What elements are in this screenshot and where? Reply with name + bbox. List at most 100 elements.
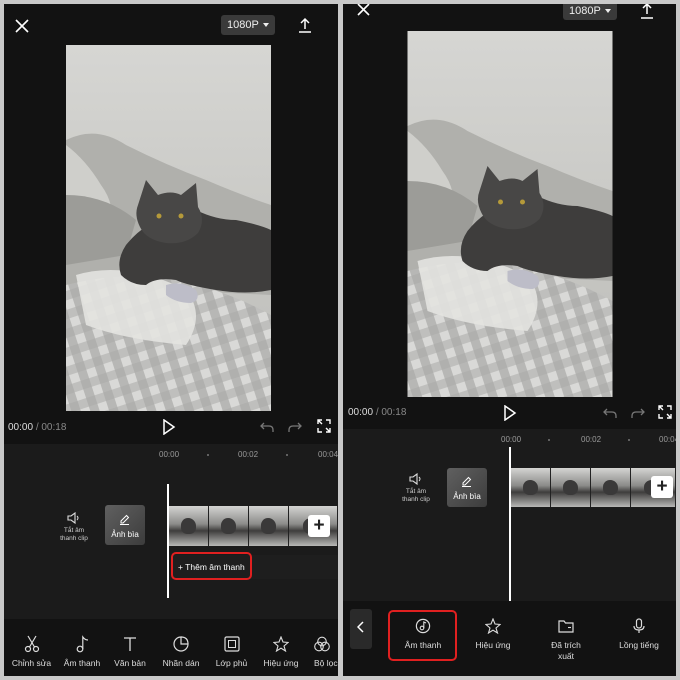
tool-effects[interactable]: Hiệu ứng [256,634,306,669]
chevron-down-icon [604,8,611,13]
resolution-dropdown[interactable]: 1080P [221,15,275,35]
tick-label: 00:04 [659,435,676,444]
play-icon[interactable] [162,418,176,440]
playback-time: 00:00 / 00:18 [348,407,406,418]
clip-frame [511,468,551,507]
time-separator: / [375,407,379,418]
add-clip-button[interactable]: + [651,476,673,498]
total-time: 00:18 [381,407,407,418]
tool-label: Đã trích xuất [551,640,581,662]
cover-label: Ảnh bìa [453,492,481,501]
cover-thumbnail[interactable]: Ảnh bìa [105,505,145,545]
tick-dot [286,454,288,456]
resolution-dropdown[interactable]: 1080P [563,4,617,20]
close-icon[interactable] [353,4,373,18]
tool-audio[interactable]: Âm thanh [59,634,105,669]
playback-time: 00:00 / 00:18 [8,422,66,433]
tool-label: Bộ lọc [314,658,338,668]
tool-voiceover[interactable]: Lồng tiếng [604,616,674,662]
tool-label: Hiệu ứng [263,658,299,668]
clip-frame [551,468,591,507]
back-button[interactable] [350,609,372,649]
clip-frame [209,506,249,546]
tick-label: 00:00 [501,435,522,444]
tick-label: 00:04 [318,450,338,459]
play-icon[interactable] [503,404,517,426]
filter-icon [314,634,330,654]
timeline[interactable]: 00:00 00:02 00:04 Tắt âm thanh clip Ảnh … [343,429,676,601]
pencil-icon [119,512,130,530]
tool-overlay[interactable]: Lớp phủ [207,634,256,669]
tick-label: 00:02 [581,435,602,444]
undo-icon[interactable] [603,406,617,424]
scissors-icon [24,634,40,654]
tool-extracted[interactable]: Đã trích xuất [528,616,604,662]
sticker-icon [173,634,189,654]
tool-label: Chỉnh sửa [11,658,52,668]
overlay-icon [223,634,240,654]
total-time: 00:18 [41,422,67,433]
resolution-label: 1080P [569,4,601,17]
fullscreen-icon[interactable] [317,419,331,438]
mute-clip-label: Tắt âm thanh clip [386,488,446,504]
current-time: 00:00 [8,422,34,433]
tool-effects[interactable]: Hiệu ứng [458,616,528,662]
tool-edit[interactable]: Chỉnh sửa [4,634,59,669]
time-separator: / [35,422,39,433]
tool-label: Văn bản [114,658,146,668]
redo-icon[interactable] [631,406,645,424]
pencil-icon [461,474,472,492]
redo-icon[interactable] [288,420,302,438]
bottom-toolbar: Chỉnh sửa Âm thanh Văn bản Nhãn dán Lớp … [4,634,338,669]
undo-icon[interactable] [260,420,274,438]
editor-screen-left: 1080P 00:00 / 00:18 00:00 00:02 00:04 Tắ… [4,4,338,676]
tool-sticker[interactable]: Nhãn dán [155,634,207,669]
mute-clip-button[interactable]: Tắt âm thanh clip [44,512,104,543]
resolution-label: 1080P [227,19,259,31]
mute-label-line1: Tắt âm [405,488,427,495]
tool-label: Lớp phủ [215,658,248,668]
back-chevron-icon [356,620,365,638]
mute-label-line2: thanh clip [402,495,430,503]
effects-star-icon [273,634,289,654]
speaker-icon [386,473,446,485]
mute-clip-label: Tắt âm thanh clip [44,527,104,543]
tool-label: Âm thanh [63,658,101,668]
cover-label: Ảnh bìa [111,530,139,539]
clip-frame [591,468,631,507]
editor-screen-right: 1080P 00:00 / 00:18 00:00 00:02 00:0 Tắt… [343,4,676,676]
video-preview [407,31,613,397]
mute-label-line2: thanh clip [60,534,88,542]
tick-dot [207,454,209,456]
playhead[interactable] [167,484,169,598]
microphone-icon [632,616,646,636]
fullscreen-icon[interactable] [658,405,672,424]
text-icon [123,634,137,654]
mute-clip-button[interactable]: Tắt âm thanh clip [386,473,446,504]
clip-frame [249,506,289,546]
tick-label: 00:02 [238,450,259,459]
timeline[interactable]: 00:00 00:02 00:04 Tắt âm thanh clip Ảnh … [4,444,338,619]
tool-label: Hiệu ứng [475,640,511,650]
tool-label: Lồng tiếng [619,640,659,650]
tool-label: Nhãn dán [162,658,200,668]
music-note-icon [75,634,89,654]
tool-text[interactable]: Văn bản [105,634,155,669]
extracted-folder-icon [558,616,574,636]
tick-label: 00:00 [159,450,180,459]
close-icon[interactable] [12,16,32,36]
playhead[interactable] [509,447,511,601]
chevron-down-icon [262,23,269,27]
tool-filter[interactable]: Bộ lọc [306,634,338,669]
effects-star-icon [485,616,501,636]
upload-icon[interactable] [637,4,657,19]
current-time: 00:00 [348,407,374,418]
highlight-box [388,610,457,661]
cover-thumbnail[interactable]: Ảnh bìa [447,468,487,507]
mute-label-line1: Tắt âm [63,527,85,534]
add-clip-button[interactable]: + [308,515,330,537]
upload-icon[interactable] [295,15,315,35]
video-preview [66,45,271,411]
tick-dot [628,439,630,441]
highlight-box [171,552,252,580]
